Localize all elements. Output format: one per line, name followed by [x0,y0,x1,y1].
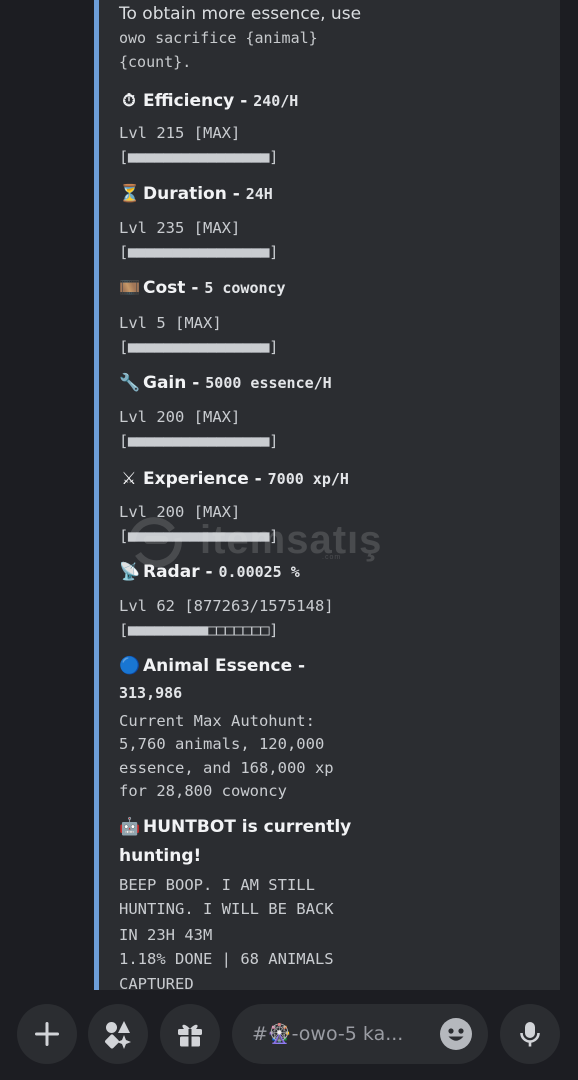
essence-value-line: 313,986 [119,681,182,705]
essence-title: 🔵 Animal Essence - [119,654,305,678]
efficiency-title: ⏱ Efficiency - 240/H [119,89,298,113]
gift-icon [178,1024,202,1047]
satellite-dish-icon: 📡 [119,562,141,582]
right-gutter [560,0,578,990]
message-input-placeholder: #🎡-owo-5 ka... [252,1023,404,1045]
gain-title: 🔧 Gain - 5000 essence/H [119,373,332,393]
duration-name: Duration [143,184,227,204]
embed-accent-bar [94,0,99,990]
hourglass-icon: ⏳ [119,184,141,204]
intro-line-1: To obtain more essence, use [119,4,362,24]
radar-value: 0.00025 % [218,563,300,581]
essence-desc-2: 5,760 animals, 120,000 [119,735,325,753]
gain-level: Lvl 200 [MAX] [119,408,241,426]
huntbot-title-line-1: HUNTBOT is currently [143,817,352,837]
gift-button[interactable] [160,1004,220,1064]
huntbot-embed: To obtain more essence, use owo sacrific… [94,0,560,990]
stopwatch-icon: ⏱ [122,91,136,111]
apps-icon [105,1021,131,1049]
radar-level: Lvl 62 [877263/1575148] [119,597,334,615]
cost-title: 🎞️ Cost - 5 cowoncy [119,278,286,298]
robot-icon: 🤖 [119,817,141,837]
experience-value: 7000 xp/H [267,470,349,488]
cost-level: Lvl 5 [MAX] [119,314,222,332]
gain-bar: [■■■■■■■■■■■■■■■■] [119,432,278,450]
experience-level: Lvl 200 [MAX] [119,503,241,521]
chat-input-bar: #🎡-owo-5 ka... [0,990,578,1080]
huntbot-title-line-2: hunting! [119,846,202,866]
cost-value: 5 cowoncy [204,279,286,297]
experience-name: Experience [143,469,249,489]
essence-value: 313,986 [119,684,183,702]
huntbot-status-3: IN 23H 43M [119,926,213,944]
apps-button[interactable] [88,1004,148,1064]
intro-text: To obtain more essence, use owo sacrific… [119,2,361,74]
plus-icon [35,1022,59,1046]
efficiency-bar: [■■■■■■■■■■■■■■■■] [119,148,278,166]
huntbot-status-2: HUNTING. I WILL BE BACK [119,900,334,918]
cost-name: Cost [143,278,186,298]
add-button[interactable] [17,1004,77,1064]
microphone-button[interactable] [500,1004,560,1064]
essence-desc-3: essence, and 168,000 xp [119,759,334,777]
left-gutter [0,0,94,990]
emoji-button[interactable] [440,1018,472,1050]
message-input[interactable]: #🎡-owo-5 ka... [232,1004,488,1064]
wrench-icon: 🔧 [119,373,141,393]
duration-value: 24H [245,185,273,203]
gain-name: Gain [143,373,187,393]
intro-command: owo sacrifice {animal} [119,29,318,47]
intro-command-count: {count}. [119,53,192,71]
cost-bar: [■■■■■■■■■■■■■■■■] [119,338,278,356]
experience-bar: [■■■■■■■■■■■■■■■■] [119,527,278,545]
efficiency-level: Lvl 215 [MAX] [119,124,241,142]
huntbot-status-1: BEEP BOOP. I AM STILL [119,876,315,894]
microphone-icon [520,1022,540,1047]
huntbot-title: 🤖 HUNTBOT is currently [119,815,351,839]
essence-desc-1: Current Max Autohunt: [119,712,315,730]
radar-title: 📡 Radar - 0.00025 % [119,562,300,582]
radar-bar: [■■■■■■■■■□□□□□□□] [119,621,278,639]
duration-level: Lvl 235 [MAX] [119,219,241,237]
duration-title: ⏳ Duration - 24H [119,184,273,204]
crossed-swords-icon: ⚔ [121,469,137,489]
film-icon: 🎞️ [119,278,141,298]
huntbot-status-4: 1.18% DONE | 68 ANIMALS [119,950,334,968]
essence-desc-4: for 28,800 cowoncy [119,782,287,800]
huntbot-status-5: CAPTURED [119,975,194,990]
radar-name: Radar [143,562,200,582]
experience-title: ⚔ Experience - 7000 xp/H [119,467,349,491]
duration-bar: [■■■■■■■■■■■■■■■■] [119,243,278,261]
efficiency-name: Efficiency [143,91,235,111]
emoji-icon [448,1028,464,1041]
efficiency-value: 240/H [253,92,299,110]
essence-name: Animal Essence - [143,656,306,676]
essence-orb-icon: 🔵 [119,656,141,676]
gain-value: 5000 essence/H [205,374,332,392]
